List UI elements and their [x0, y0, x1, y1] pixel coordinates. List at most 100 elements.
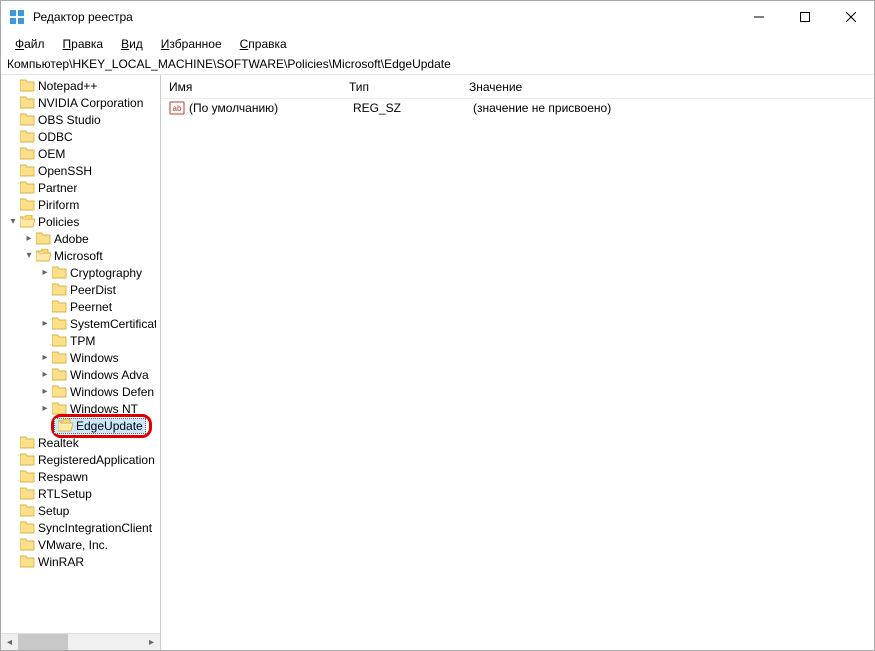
tree-item[interactable]: Peernet [1, 298, 160, 315]
tree-item[interactable]: ▸ Windows Defen [1, 383, 160, 400]
tree-item[interactable]: NVIDIA Corporation [1, 94, 160, 111]
tree-item[interactable]: RegisteredApplication [1, 451, 160, 468]
tree-item[interactable]: ▸Windows Adva [1, 366, 160, 383]
expander-icon[interactable]: ▸ [39, 352, 51, 364]
expander-icon [7, 505, 19, 517]
folder-icon [20, 470, 35, 483]
expander-icon[interactable]: ▸ [39, 386, 51, 398]
menu-help[interactable]: Справка [232, 35, 295, 53]
tree-item[interactable]: OBS Studio [1, 111, 160, 128]
tree-item-label: Peernet [70, 300, 112, 314]
tree-item-label: PeerDist [70, 283, 116, 297]
tree-item-label: Piriform [38, 198, 79, 212]
expander-icon[interactable]: ▸ [39, 369, 51, 381]
svg-text:ab: ab [173, 104, 182, 113]
expander-icon [39, 284, 51, 296]
tree-item[interactable]: WinRAR [1, 553, 160, 570]
tree-item[interactable]: Respawn [1, 468, 160, 485]
expander-icon [7, 199, 19, 211]
folder-icon [20, 79, 35, 92]
minimize-button[interactable] [736, 1, 782, 33]
expander-icon [7, 182, 19, 194]
expander-icon [39, 335, 51, 347]
folder-icon [36, 249, 51, 262]
folder-icon [36, 232, 51, 245]
address-text: Компьютер\HKEY_LOCAL_MACHINE\SOFTWARE\Po… [7, 57, 451, 71]
menu-file[interactable]: Файл [7, 35, 53, 53]
maximize-button[interactable] [782, 1, 828, 33]
tree-item-label: WinRAR [38, 555, 84, 569]
expander-icon[interactable]: ▸ [39, 403, 51, 415]
tree-item-label: Microsoft [54, 249, 103, 263]
folder-icon [20, 130, 35, 143]
tree-item[interactable]: ▸ Cryptography [1, 264, 160, 281]
tree-item[interactable]: PeerDist [1, 281, 160, 298]
tree-item[interactable]: ▸Adobe [1, 230, 160, 247]
tree-item-label: SystemCertificat [70, 317, 156, 331]
expander-icon [39, 420, 51, 432]
tree-item[interactable]: SyncIntegrationClient [1, 519, 160, 536]
tree-item-label: Cryptography [70, 266, 142, 280]
expander-icon [7, 114, 19, 126]
titlebar: Редактор реестра [1, 1, 874, 33]
expander-icon [7, 488, 19, 500]
folder-open-icon [58, 419, 73, 432]
menu-favorites[interactable]: Избранное [153, 35, 230, 53]
tree-item[interactable]: VMware, Inc. [1, 536, 160, 553]
value-name: (По умолчанию) [189, 101, 353, 115]
expander-icon[interactable]: ▾ [23, 250, 35, 262]
tree-item-label: Partner [38, 181, 77, 195]
tree-item[interactable]: ▾ Microsoft [1, 247, 160, 264]
tree-item[interactable]: Partner [1, 179, 160, 196]
tree-item[interactable]: OEM [1, 145, 160, 162]
folder-icon [20, 555, 35, 568]
column-name[interactable]: Имя [161, 75, 341, 98]
value-type: REG_SZ [353, 101, 473, 115]
tree-item-label: VMware, Inc. [38, 538, 108, 552]
menu-edit[interactable]: Правка [55, 35, 112, 53]
address-bar[interactable]: Компьютер\HKEY_LOCAL_MACHINE\SOFTWARE\Po… [1, 55, 874, 75]
expander-icon [7, 437, 19, 449]
value-row[interactable]: ab (По умолчанию)REG_SZ(значение не присв… [161, 99, 874, 117]
folder-icon [52, 317, 67, 330]
values-panel: Имя Тип Значение ab (По умолчанию)REG_SZ(… [161, 75, 874, 650]
tree-item[interactable]: Piriform [1, 196, 160, 213]
expander-icon[interactable]: ▸ [23, 233, 35, 245]
tree-item[interactable]: EdgeUpdate [1, 417, 160, 434]
column-data[interactable]: Значение [461, 75, 874, 98]
menu-view[interactable]: Вид [113, 35, 151, 53]
expander-icon[interactable]: ▾ [7, 216, 19, 228]
tree-item-label: SyncIntegrationClient [38, 521, 152, 535]
folder-icon [52, 351, 67, 364]
column-headers: Имя Тип Значение [161, 75, 874, 99]
expander-icon[interactable]: ▸ [39, 318, 51, 330]
tree-item[interactable]: ▾Policies [1, 213, 160, 230]
string-value-icon: ab [169, 100, 185, 116]
scroll-thumb[interactable] [18, 634, 68, 651]
expander-icon[interactable]: ▸ [39, 267, 51, 279]
tree-item-label: Windows Defen [70, 385, 154, 399]
folder-icon [20, 147, 35, 160]
tree-item[interactable]: Notepad++ [1, 77, 160, 94]
tree-item[interactable]: RTLSetup [1, 485, 160, 502]
tree-item[interactable]: ▸Windows [1, 349, 160, 366]
expander-icon [7, 522, 19, 534]
tree-item[interactable]: ▸ SystemCertificat [1, 315, 160, 332]
close-button[interactable] [828, 1, 874, 33]
scroll-left-icon[interactable]: ◂ [1, 634, 18, 651]
tree-item[interactable]: OpenSSH [1, 162, 160, 179]
folder-icon [20, 453, 35, 466]
tree-item-label: RTLSetup [38, 487, 92, 501]
column-type[interactable]: Тип [341, 75, 461, 98]
tree-item[interactable]: TPM [1, 332, 160, 349]
folder-icon [20, 436, 35, 449]
scroll-right-icon[interactable]: ▸ [143, 634, 160, 651]
tree-item-label: OpenSSH [38, 164, 92, 178]
tree-item[interactable]: ODBC [1, 128, 160, 145]
tree-horizontal-scrollbar[interactable]: ◂ ▸ [1, 633, 160, 650]
tree-item-label: OBS Studio [38, 113, 101, 127]
tree-item[interactable]: Setup [1, 502, 160, 519]
tree-item-label: OEM [38, 147, 65, 161]
value-data: (значение не присвоено) [473, 101, 874, 115]
folder-icon [52, 334, 67, 347]
